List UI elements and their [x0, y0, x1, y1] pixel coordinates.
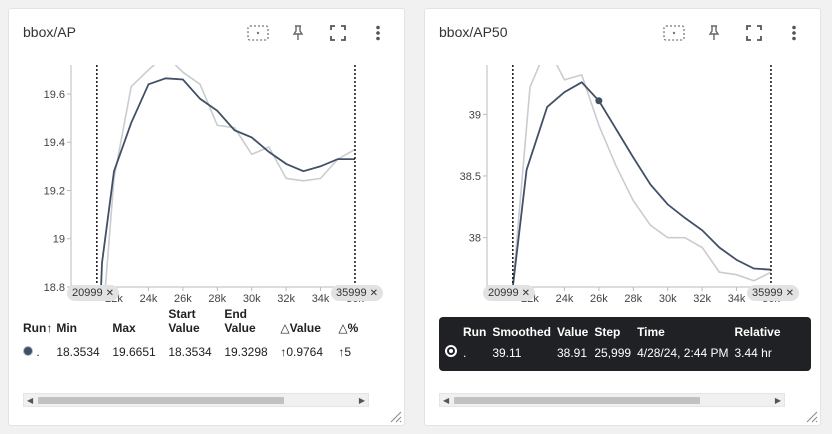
x-tick-label: 30k — [659, 293, 677, 305]
delta-icon: △ — [338, 321, 348, 335]
run-color-dot — [445, 345, 457, 357]
y-tick-label: 18.8 — [44, 282, 65, 294]
raw-series-line — [104, 65, 355, 287]
card-toolbar — [658, 21, 810, 45]
tooltip-table: Run Smoothed Value Step Time Relative . … — [445, 325, 787, 360]
y-tick-label: 38.5 — [460, 171, 481, 183]
delta-value-cell: ↑0.9764 — [280, 345, 324, 359]
col-delta-value[interactable]: △Value — [280, 307, 338, 341]
col-start-value[interactable]: Start Value — [168, 307, 224, 341]
fullscreen-icon[interactable] — [322, 21, 354, 45]
fit-domain-icon[interactable] — [242, 21, 274, 45]
x-tick-label: 26k — [590, 293, 608, 305]
smoothed-series-line — [511, 81, 771, 287]
sort-arrow-icon: ↑ — [46, 321, 53, 335]
card-bbox-ap50: bbox/AP50 3838.53922k24k26k28k30k32k34k3… — [424, 8, 821, 426]
y-tick-label: 19.6 — [44, 89, 65, 101]
table-header-row: Run↑ Min Max Start Value End Value △Valu… — [23, 307, 362, 341]
x-tick-label: 26k — [174, 293, 192, 305]
x-tick-label: 32k — [693, 293, 711, 305]
range-start-chip[interactable]: 20999 ✕ — [67, 285, 119, 301]
scroll-left-icon[interactable]: ◀ — [443, 396, 449, 405]
more-vert-icon[interactable] — [778, 21, 810, 45]
scroll-left-icon[interactable]: ◀ — [27, 396, 33, 405]
scroll-right-icon[interactable]: ▶ — [775, 396, 781, 405]
x-tick-label: 24k — [556, 293, 574, 305]
chart-bbox-ap50[interactable]: 3838.53922k24k26k28k30k32k34k36k — [425, 49, 821, 311]
fit-domain-icon[interactable] — [658, 21, 690, 45]
y-tick-label: 19.2 — [44, 185, 65, 197]
col-delta-pct[interactable]: △% — [338, 307, 362, 341]
tooltip-row: . 39.11 38.91 25,999 4/28/24, 2:44 PM 3.… — [445, 345, 787, 360]
range-end-chip[interactable]: 35999 ✕ — [747, 285, 799, 301]
x-tick-label: 24k — [140, 293, 158, 305]
run-table: Run↑ Min Max Start Value End Value △Valu… — [23, 307, 362, 359]
y-tick-label: 39 — [469, 109, 481, 121]
pin-icon[interactable] — [282, 21, 314, 45]
raw-series-line — [512, 65, 771, 287]
col-min[interactable]: Min — [56, 307, 112, 341]
run-cell: . — [23, 341, 56, 359]
y-tick-label: 38 — [469, 233, 481, 245]
delta-icon: △ — [280, 321, 290, 335]
scroll-thumb[interactable] — [454, 397, 700, 404]
range-end-chip[interactable]: 35999 ✕ — [331, 285, 383, 301]
tooltip-header-row: Run Smoothed Value Step Time Relative — [463, 325, 781, 339]
fullscreen-icon[interactable] — [738, 21, 770, 45]
hover-point — [595, 97, 603, 105]
horizontal-scrollbar[interactable]: ◀ ▶ — [439, 393, 785, 407]
y-tick-label: 19 — [53, 234, 65, 246]
end-cell: 19.3298 — [224, 345, 268, 359]
range-start-chip[interactable]: 20999 ✕ — [483, 285, 535, 301]
x-tick-label: 28k — [624, 293, 642, 305]
chart-bbox-ap[interactable]: 18.81919.219.419.622k24k26k28k30k32k34k3… — [9, 49, 405, 311]
card-bbox-ap: bbox/AP 18.81919.219.419.622k24k26k28k30… — [8, 8, 405, 426]
min-cell: 18.3534 — [56, 345, 100, 359]
run-color-dot[interactable] — [23, 346, 33, 356]
scroll-thumb[interactable] — [38, 397, 284, 404]
start-cell: 18.3534 — [168, 345, 212, 359]
delta-pct-cell: ↑5 — [338, 345, 352, 359]
y-tick-label: 19.4 — [44, 137, 65, 149]
close-icon[interactable]: ✕ — [786, 288, 794, 299]
horizontal-scrollbar[interactable]: ◀ ▶ — [23, 393, 369, 407]
pin-icon[interactable] — [698, 21, 730, 45]
col-end-value[interactable]: End Value — [224, 307, 280, 341]
scroll-right-icon[interactable]: ▶ — [359, 396, 365, 405]
card-toolbar — [242, 21, 394, 45]
hover-tooltip: Run Smoothed Value Step Time Relative . … — [439, 317, 811, 371]
max-cell: 19.6651 — [112, 345, 156, 359]
x-tick-label: 28k — [208, 293, 226, 305]
col-run[interactable]: Run↑ — [23, 307, 56, 341]
close-icon[interactable]: ✕ — [106, 288, 114, 299]
smoothed-series-line — [100, 77, 355, 287]
x-tick-label: 30k — [243, 293, 261, 305]
table-row[interactable]: . 18.3534 19.6651 18.3534 19.3298 ↑0.976… — [23, 341, 362, 359]
x-tick-label: 32k — [277, 293, 295, 305]
more-vert-icon[interactable] — [362, 21, 394, 45]
card-title: bbox/AP — [23, 24, 76, 40]
card-title: bbox/AP50 — [439, 24, 508, 40]
x-tick-label: 34k — [728, 293, 746, 305]
close-icon[interactable]: ✕ — [522, 288, 530, 299]
x-tick-label: 34k — [312, 293, 330, 305]
resize-handle-icon[interactable] — [386, 407, 402, 423]
col-max[interactable]: Max — [112, 307, 168, 341]
close-icon[interactable]: ✕ — [370, 288, 378, 299]
resize-handle-icon[interactable] — [802, 407, 818, 423]
